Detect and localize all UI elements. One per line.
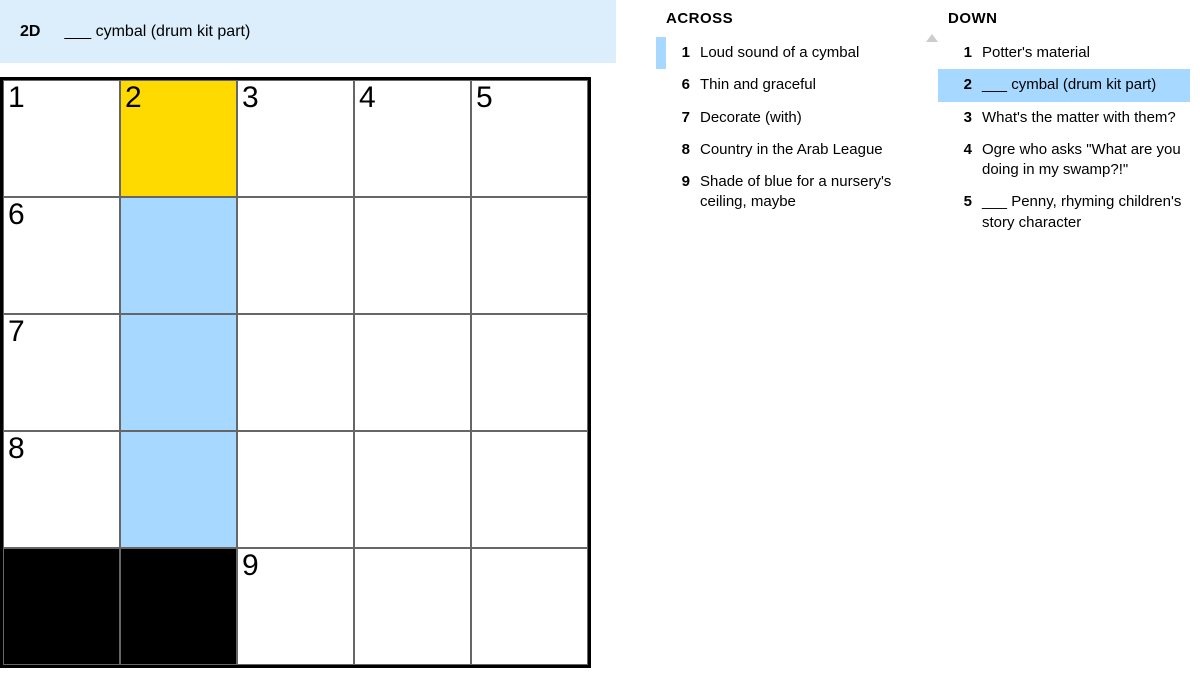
across-column: ACROSS 1 Loud sound of a cymbal 6 Thin and … bbox=[656, 10, 908, 675]
grid-cell bbox=[120, 548, 237, 665]
down-column: DOWN 1 Potter's material 2 ___ cymbal (drum… bbox=[938, 10, 1190, 675]
clues-panel: ACROSS 1 Loud sound of a cymbal 6 Thin and … bbox=[616, 0, 1200, 675]
grid-cell[interactable] bbox=[354, 314, 471, 431]
clue-number: 3 bbox=[948, 108, 972, 128]
current-clue-text: ___ cymbal (drum kit part) bbox=[64, 23, 250, 41]
grid-cell[interactable]: 3 bbox=[237, 80, 354, 197]
grid-cell[interactable]: 5 bbox=[471, 80, 588, 197]
clue-item[interactable]: 3 What's the matter with them? bbox=[938, 102, 1190, 134]
scroll-up-icon[interactable] bbox=[926, 34, 938, 42]
grid-cell[interactable] bbox=[354, 431, 471, 548]
grid-cell[interactable] bbox=[471, 197, 588, 314]
clue-item[interactable]: 7 Decorate (with) bbox=[656, 102, 908, 134]
grid-cell[interactable] bbox=[354, 548, 471, 665]
clue-number: 9 bbox=[666, 172, 690, 192]
clue-text: Ogre who asks "What are you doing in my … bbox=[982, 140, 1184, 181]
cell-number: 2 bbox=[125, 81, 141, 115]
grid-cell[interactable] bbox=[471, 314, 588, 431]
clue-number: 1 bbox=[948, 43, 972, 63]
clue-text: ___ cymbal (drum kit part) bbox=[982, 75, 1184, 95]
clue-text: Potter's material bbox=[982, 43, 1184, 63]
grid-cell[interactable] bbox=[237, 431, 354, 548]
clue-item[interactable]: 2 ___ cymbal (drum kit part) bbox=[938, 69, 1190, 101]
clue-number: 1 bbox=[666, 43, 690, 63]
clue-number: 8 bbox=[666, 140, 690, 160]
down-heading: DOWN bbox=[938, 10, 1190, 27]
clue-number: 7 bbox=[666, 108, 690, 128]
grid-cell[interactable]: 2 bbox=[120, 80, 237, 197]
clue-item[interactable]: 9 Shade of blue for a nursery's ceiling, … bbox=[656, 166, 908, 219]
cell-number: 6 bbox=[8, 198, 24, 232]
clue-item[interactable]: 6 Thin and graceful bbox=[656, 69, 908, 101]
cell-number: 1 bbox=[8, 81, 24, 115]
grid-cell[interactable] bbox=[471, 548, 588, 665]
grid-cell[interactable]: 9 bbox=[237, 548, 354, 665]
clue-text: Thin and graceful bbox=[700, 75, 902, 95]
clue-item[interactable]: 4 Ogre who asks "What are you doing in my… bbox=[938, 134, 1190, 187]
clue-number: 5 bbox=[948, 192, 972, 212]
grid-cell[interactable] bbox=[120, 197, 237, 314]
clue-text: Shade of blue for a nursery's ceiling, m… bbox=[700, 172, 902, 213]
cell-number: 7 bbox=[8, 315, 24, 349]
grid-container: 1 2 3 4 5 6 7 8 9 bbox=[0, 63, 616, 668]
grid-cell[interactable]: 4 bbox=[354, 80, 471, 197]
grid-cell[interactable]: 8 bbox=[3, 431, 120, 548]
clue-text: Decorate (with) bbox=[700, 108, 902, 128]
grid-cell bbox=[3, 548, 120, 665]
clue-text: Loud sound of a cymbal bbox=[700, 43, 902, 63]
cell-number: 4 bbox=[359, 81, 375, 115]
current-clue-number: 2D bbox=[20, 23, 40, 41]
grid-cell[interactable] bbox=[354, 197, 471, 314]
cell-number: 3 bbox=[242, 81, 258, 115]
across-heading: ACROSS bbox=[656, 10, 908, 27]
cell-number: 9 bbox=[242, 549, 258, 583]
down-list: 1 Potter's material 2 ___ cymbal (drum kit … bbox=[938, 37, 1190, 239]
grid-cell[interactable] bbox=[471, 431, 588, 548]
crossword-grid: 1 2 3 4 5 6 7 8 9 bbox=[0, 77, 591, 668]
across-list: 1 Loud sound of a cymbal 6 Thin and gracefu… bbox=[656, 37, 908, 219]
grid-cell[interactable] bbox=[120, 431, 237, 548]
clue-number: 2 bbox=[948, 75, 972, 95]
grid-cell[interactable] bbox=[237, 197, 354, 314]
clue-text: Country in the Arab League bbox=[700, 140, 902, 160]
puzzle-panel: 2D ___ cymbal (drum kit part) 1 2 3 4 5 6 7 8 9 bbox=[0, 0, 616, 675]
clue-item[interactable]: 1 Potter's material bbox=[938, 37, 1190, 69]
cell-number: 8 bbox=[8, 432, 24, 466]
grid-cell[interactable]: 6 bbox=[3, 197, 120, 314]
clue-number: 6 bbox=[666, 75, 690, 95]
clue-text: ___ Penny, rhyming children's story char… bbox=[982, 192, 1184, 233]
clue-number: 4 bbox=[948, 140, 972, 160]
clue-text: What's the matter with them? bbox=[982, 108, 1184, 128]
grid-cell[interactable] bbox=[237, 314, 354, 431]
grid-cell[interactable]: 1 bbox=[3, 80, 120, 197]
grid-cell[interactable] bbox=[120, 314, 237, 431]
clue-item[interactable]: 8 Country in the Arab League bbox=[656, 134, 908, 166]
clue-item[interactable]: 1 Loud sound of a cymbal bbox=[656, 37, 908, 69]
cell-number: 5 bbox=[476, 81, 492, 115]
current-clue-bar[interactable]: 2D ___ cymbal (drum kit part) bbox=[0, 0, 616, 63]
grid-cell[interactable]: 7 bbox=[3, 314, 120, 431]
clue-item[interactable]: 5 ___ Penny, rhyming children's story cha… bbox=[938, 186, 1190, 239]
